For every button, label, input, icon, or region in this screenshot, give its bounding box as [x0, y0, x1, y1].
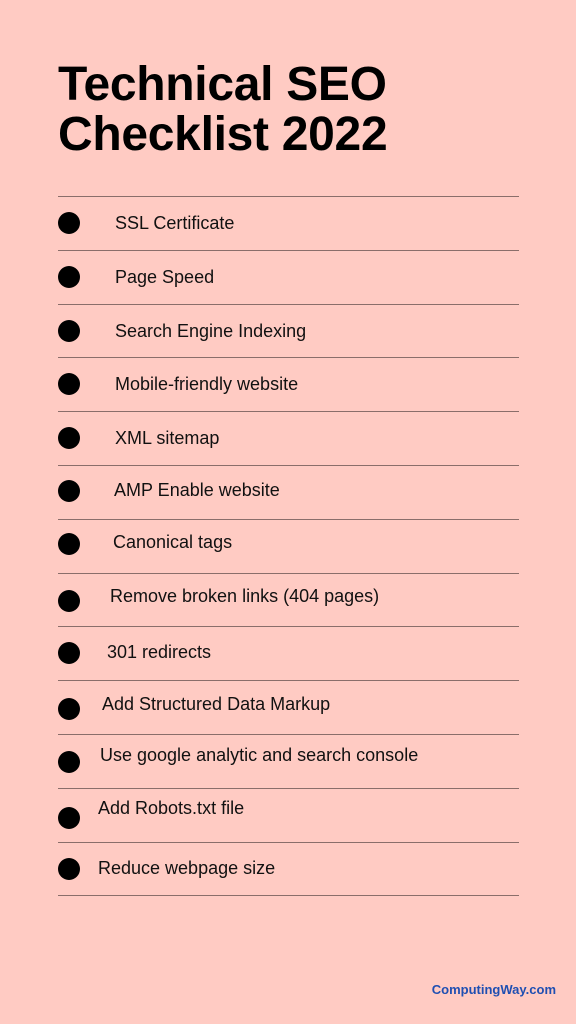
checklist-item: Remove broken links (404 pages): [58, 574, 519, 627]
checklist: SSL Certificate Page Speed Search Engine I…: [58, 196, 519, 897]
checklist-item: Page Speed: [58, 251, 519, 304]
checklist-item: Use google analytic and search console: [58, 735, 519, 788]
checklist-item: Mobile-friendly website: [58, 358, 519, 411]
title-line-1: Technical SEO: [58, 58, 387, 111]
bullet-icon: [58, 319, 80, 342]
bullet-icon: [58, 806, 80, 829]
brand-footer: ComputingWay.com: [431, 982, 556, 997]
bullet-icon: [58, 479, 80, 502]
checklist-item-label: Use google analytic and search console: [100, 744, 419, 765]
checklist-item-label: Remove broken links (404 pages): [110, 585, 380, 606]
checklist-item: Reduce webpage size: [58, 843, 519, 896]
bullet-icon: [58, 212, 80, 234]
checklist-item: Add Structured Data Markup: [58, 681, 519, 734]
checklist-item-label: Canonical tags: [113, 531, 233, 552]
checklist-item: SSL Certificate: [58, 197, 519, 250]
bullet-icon: [58, 857, 80, 880]
bullet-icon: [58, 750, 80, 773]
bullet-icon: [58, 698, 80, 721]
bullet-icon: [58, 642, 80, 665]
checklist-item-label: Add Structured Data Markup: [102, 694, 331, 715]
bullet-icon: [58, 427, 80, 450]
divider: [58, 895, 519, 897]
checklist-item: AMP Enable website: [58, 466, 519, 519]
bullet-icon: [58, 265, 80, 288]
checklist-item: Canonical tags: [58, 520, 519, 573]
page-title: Technical SEO Checklist 2022: [58, 58, 388, 161]
title-line-2: Checklist 2022: [58, 108, 388, 161]
checklist-item-label: XML sitemap: [115, 428, 220, 449]
checklist-item-label: SSL Certificate: [115, 213, 235, 233]
checklist-item: XML sitemap: [58, 412, 519, 465]
checklist-item-label: Reduce webpage size: [98, 857, 276, 878]
checklist-item: 301 redirects: [58, 627, 519, 680]
checklist-item-label: 301 redirects: [107, 642, 212, 663]
checklist-item-label: Page Speed: [115, 266, 215, 287]
bullet-icon: [58, 373, 80, 396]
bullet-icon: [58, 589, 80, 612]
checklist-item-label: Add Robots.txt file: [98, 797, 245, 818]
checklist-item: Add Robots.txt file: [58, 789, 519, 842]
checklist-item: Search Engine Indexing: [58, 305, 519, 358]
checklist-item-label: Search Engine Indexing: [115, 320, 307, 341]
checklist-item-label: AMP Enable website: [114, 479, 280, 500]
checklist-item-label: Mobile-friendly website: [115, 374, 299, 395]
bullet-icon: [58, 532, 80, 555]
